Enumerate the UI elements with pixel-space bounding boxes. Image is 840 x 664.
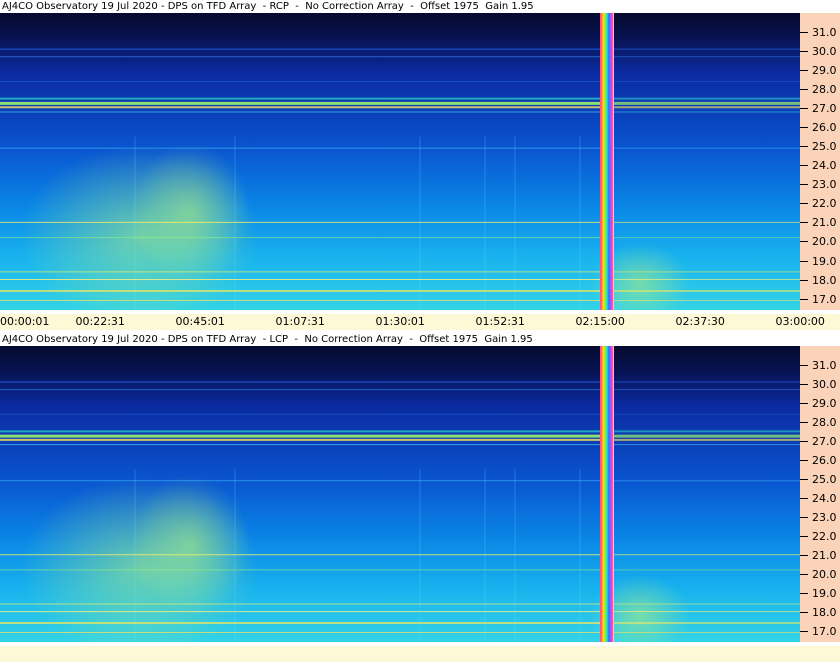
y-tick [800, 32, 808, 34]
x-tick-label: 01:52:31 [475, 315, 525, 328]
y-tick-label: 23.0 [812, 178, 837, 192]
x-tick-label: 00:22:31 [75, 315, 125, 328]
y-tick [800, 573, 808, 575]
heatmap-canvas [0, 346, 800, 642]
y-tick [800, 70, 808, 72]
y-tick-label: 26.0 [812, 121, 837, 135]
gap-marker [600, 346, 614, 642]
y-tick-label: 31.0 [812, 26, 837, 40]
y-tick [800, 497, 808, 499]
y-tick-label: 24.0 [812, 159, 837, 173]
y-tick-label: 19.0 [812, 586, 837, 600]
x-tick-label: 02:37:30 [675, 315, 725, 328]
y-tick-label: 19.0 [812, 254, 837, 268]
y-tick-label: 20.0 [812, 235, 837, 249]
y-tick [800, 146, 808, 148]
y-tick [800, 421, 808, 423]
spectrogram-rcp [0, 13, 800, 310]
y-tick [800, 554, 808, 556]
y-tick-label: 28.0 [812, 83, 837, 97]
y-tick [800, 402, 808, 404]
y-tick [800, 364, 808, 366]
y-tick [800, 51, 808, 53]
time-axis-empty [0, 646, 840, 662]
y-tick-label: 20.0 [812, 567, 837, 581]
y-tick [800, 260, 808, 262]
panel-title-rcp: AJ4CO Observatory 19 Jul 2020 - DPS on T… [2, 1, 534, 12]
y-tick-label: 18.0 [812, 273, 837, 287]
y-tick-label: 17.0 [812, 624, 837, 638]
y-tick-label: 21.0 [812, 216, 837, 230]
y-tick [800, 89, 808, 91]
y-tick [800, 165, 808, 167]
y-tick [800, 383, 808, 385]
time-axis: 00:00:01 00:22:31 00:45:01 01:07:31 01:30:01… [0, 314, 840, 330]
y-tick-label: 27.0 [812, 434, 837, 448]
y-tick [800, 630, 808, 632]
panel-title-lcp: AJ4CO Observatory 19 Jul 2020 - DPS on T… [2, 334, 533, 345]
y-tick-label: 29.0 [812, 64, 837, 78]
y-tick-label: 30.0 [812, 45, 837, 59]
y-tick-label: 29.0 [812, 396, 837, 410]
y-tick [800, 611, 808, 613]
y-tick-label: 18.0 [812, 605, 837, 619]
heatmap-canvas [0, 13, 800, 310]
x-tick-label: 02:15:00 [575, 315, 625, 328]
y-tick [800, 440, 808, 442]
y-tick [800, 279, 808, 281]
x-tick-label: 01:07:31 [275, 315, 325, 328]
y-tick-label: 22.0 [812, 197, 837, 211]
y-tick-label: 26.0 [812, 453, 837, 467]
y-tick [800, 478, 808, 480]
y-tick-label: 24.0 [812, 491, 837, 505]
y-tick-label: 30.0 [812, 377, 837, 391]
x-tick-label: 00:45:01 [175, 315, 225, 328]
y-tick [800, 459, 808, 461]
y-tick [800, 298, 808, 300]
y-tick-label: 31.0 [812, 358, 837, 372]
y-tick-label: 25.0 [812, 472, 837, 486]
y-tick [800, 222, 808, 224]
y-tick [800, 592, 808, 594]
frequency-axis-lcp: 31.0 30.0 29.0 28.0 27.0 26.0 25.0 24.0 23.0 22.0… [800, 346, 840, 642]
y-tick [800, 535, 808, 537]
y-tick-label: 28.0 [812, 415, 837, 429]
y-tick [800, 127, 808, 129]
y-tick-label: 27.0 [812, 102, 837, 116]
spectrogram-lcp [0, 346, 800, 642]
y-tick-label: 21.0 [812, 548, 837, 562]
y-tick-label: 22.0 [812, 529, 837, 543]
emission-glow [130, 142, 250, 283]
emission-glow [130, 475, 250, 616]
gap-marker [600, 13, 614, 310]
x-tick-label: 00:00:01 [0, 315, 50, 328]
y-tick-label: 25.0 [812, 140, 837, 154]
y-tick-label: 17.0 [812, 292, 837, 306]
x-tick-label: 01:30:01 [375, 315, 425, 328]
y-tick [800, 516, 808, 518]
x-tick-label: 03:00:00 [775, 315, 825, 328]
y-tick [800, 184, 808, 186]
y-tick [800, 108, 808, 110]
y-tick [800, 241, 808, 243]
y-tick [800, 203, 808, 205]
y-tick-label: 23.0 [812, 510, 837, 524]
frequency-axis-rcp: 31.0 30.0 29.0 28.0 27.0 26.0 25.0 24.0 23.0 22.0… [800, 13, 840, 310]
